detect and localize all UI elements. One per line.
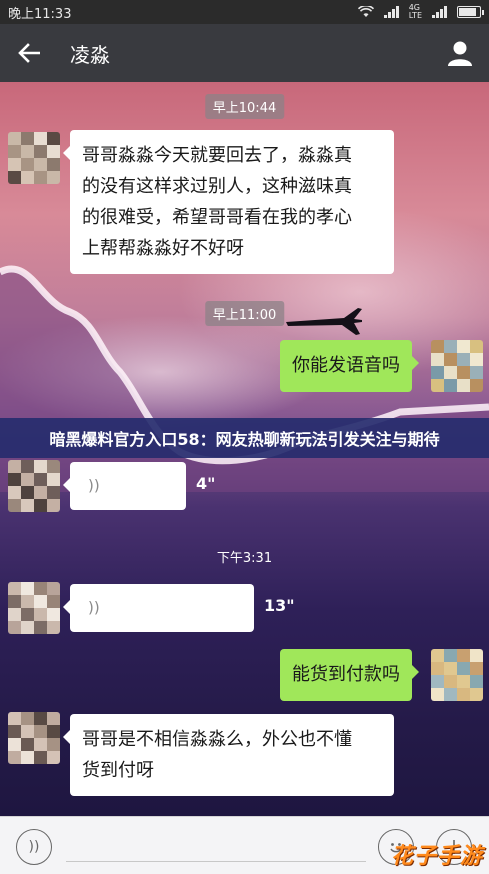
voice-wave-icon: )) [88,598,100,617]
message-line: 货到付呀 [82,760,154,781]
network-type: 4G LTE [408,3,422,20]
message-line: 的很难受，希望哥哥看在我的孝心 [82,207,352,228]
chat-title: 凌淼 [70,42,110,67]
avatar[interactable] [8,460,60,512]
battery-icon [457,6,484,18]
message-line: 哥哥是不相信淼淼么，外公也不懂 [82,729,352,750]
avatar[interactable] [431,649,483,701]
avatar[interactable] [8,712,60,764]
chat-area[interactable]: 早上10:44 哥哥淼淼今天就要回去了，淼淼真 的没有这样求过别人，这种滋味真 … [0,82,489,816]
timestamp: 早上10:44 [204,94,285,119]
profile-button[interactable] [431,24,489,82]
voice-wave-icon: )) [88,476,100,495]
voice-icon: )) [28,839,40,855]
wifi-icon [357,6,374,17]
message-bubble-incoming[interactable]: 哥哥淼淼今天就要回去了，淼淼真 的没有这样求过别人，这种滋味真 的很难受，希望哥… [63,130,394,274]
message-bubble-incoming[interactable]: 哥哥是不相信淼淼么，外公也不懂 货到付呀 [63,714,394,796]
overlay-caption: 暗黑爆料官方入口58：网友热聊新玩法引发关注与期待 [0,418,489,458]
status-time: 晚上11:33 [8,6,72,22]
watermark-logo: 花子手游 [390,844,483,869]
message-bubble-outgoing[interactable]: 你能发语音吗 [280,340,419,392]
arrow-left-icon [18,43,40,63]
avatar[interactable] [431,340,483,392]
voice-duration: 4" [196,474,216,493]
message-text: 能货到付款吗 [292,664,400,685]
signal-icon-2 [432,6,447,18]
airplane-silhouette [286,308,362,335]
message-line: 上帮帮淼淼好不好呀 [82,238,244,259]
message-bubble-outgoing[interactable]: 能货到付款吗 [280,649,419,701]
voice-duration: 13" [264,596,295,615]
title-bar: 凌淼 [0,24,489,82]
back-button[interactable] [0,24,58,82]
avatar[interactable] [8,582,60,634]
message-input[interactable] [66,861,366,862]
message-line: 哥哥淼淼今天就要回去了，淼淼真 [82,145,352,166]
voice-message-bubble[interactable]: )) [63,584,254,632]
message-line: 的没有这样求过别人，这种滋味真 [82,176,352,197]
voice-input-button[interactable]: )) [16,829,52,865]
status-bar: 晚上11:33 4G LTE [0,0,489,24]
avatar[interactable] [8,132,60,184]
voice-message-bubble[interactable]: )) [63,462,186,510]
person-icon [448,41,472,66]
status-icons: 4G LTE [357,3,484,20]
timestamp: 下午3:31 [216,551,273,566]
timestamp: 早上11:00 [204,301,285,326]
message-text: 你能发语音吗 [292,355,400,376]
signal-icon [383,6,399,18]
